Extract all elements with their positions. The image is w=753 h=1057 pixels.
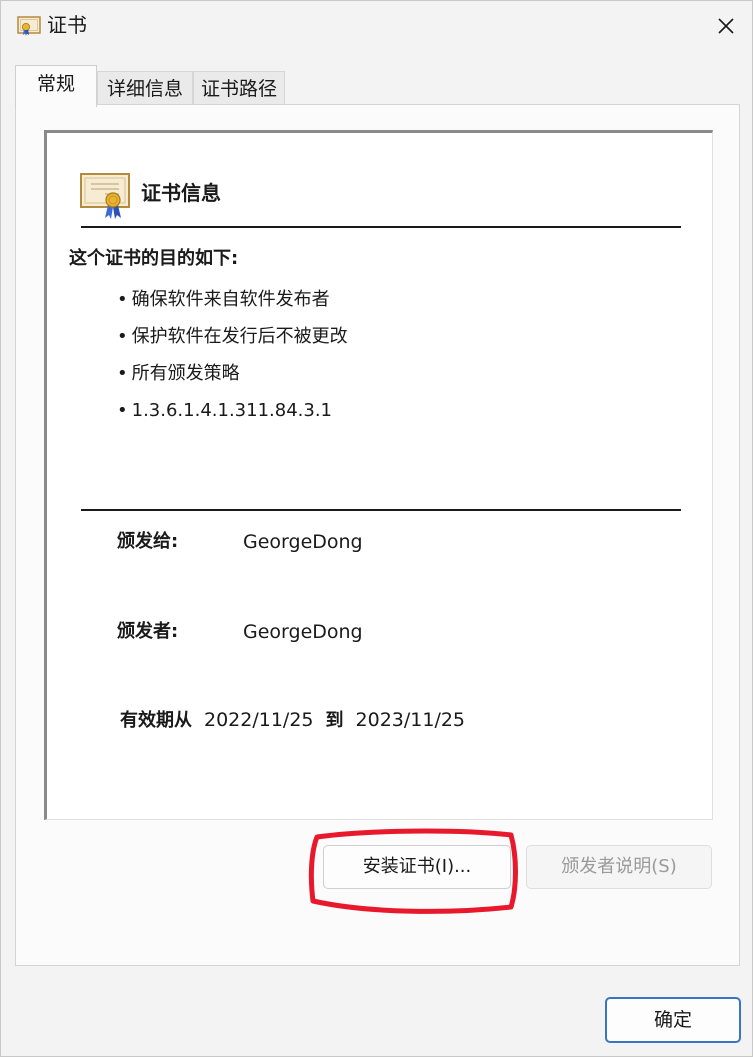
close-button[interactable] xyxy=(705,7,747,45)
purpose-list: 确保软件来自软件发布者 保护软件在发行后不被更改 所有颁发策略 1.3.6.1.… xyxy=(117,288,348,436)
general-tab-panel: 证书信息 这个证书的目的如下: 确保软件来自软件发布者 保护软件在发行后不被更改… xyxy=(15,104,740,966)
valid-from-label: 有效期从 xyxy=(120,710,192,731)
certificate-info-heading: 证书信息 xyxy=(141,181,221,205)
purpose-item: 所有颁发策略 xyxy=(117,362,348,399)
certificate-dialog: 证书 常规 详细信息 证书路径 证书信息 这个证书的目的如下: • 确保软件来自… xyxy=(0,0,753,1057)
tab-cert-path[interactable]: 证书路径 xyxy=(193,71,285,105)
install-certificate-button[interactable]: 安装证书(I)... xyxy=(323,845,511,889)
ok-button[interactable]: 确定 xyxy=(605,997,741,1043)
valid-to-label: 到 xyxy=(325,710,344,731)
purpose-item: 1.3.6.1.4.1.311.84.3.1 xyxy=(117,399,348,436)
issuer-statement-button[interactable]: 颁发者说明(S) xyxy=(526,845,712,889)
heading-divider xyxy=(81,226,681,228)
close-icon xyxy=(718,18,734,34)
validity-period: 有效期从 2022/11/25 到 2023/11/25 xyxy=(120,708,477,733)
certificate-info-box: 证书信息 这个证书的目的如下: 确保软件来自软件发布者 保护软件在发行后不被更改… xyxy=(44,130,713,820)
purpose-item: 确保软件来自软件发布者 xyxy=(117,288,348,325)
issued-by-value: GeorgeDong xyxy=(243,621,363,643)
purpose-item: 保护软件在发行后不被更改 xyxy=(117,325,348,362)
issued-to-label: 颁发给: xyxy=(117,531,179,552)
valid-from-value: 2022/11/25 xyxy=(204,709,314,731)
issued-by-label: 颁发者: xyxy=(117,621,179,642)
window-title: 证书 xyxy=(47,13,87,37)
certificate-icon xyxy=(80,173,130,219)
certificate-icon xyxy=(17,16,41,36)
issued-to-value: GeorgeDong xyxy=(243,531,363,553)
purpose-title: 这个证书的目的如下: xyxy=(69,248,239,269)
tab-general[interactable]: 常规 xyxy=(15,65,97,107)
valid-to-value: 2023/11/25 xyxy=(355,709,466,731)
tab-details[interactable]: 详细信息 xyxy=(97,71,193,105)
details-divider xyxy=(81,509,681,511)
title-bar: 证书 xyxy=(1,1,752,51)
